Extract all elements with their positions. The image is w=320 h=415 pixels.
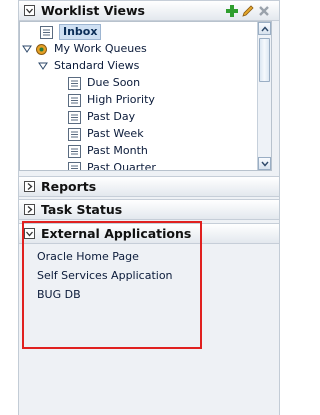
tree-item-label: Standard Views <box>54 59 140 72</box>
list-view-icon <box>40 25 53 39</box>
tree-item-past-quarter[interactable]: Past Quarter <box>68 160 156 171</box>
collapse-icon[interactable] <box>24 228 35 239</box>
tree-item-due-soon[interactable]: Due Soon <box>68 75 140 91</box>
worklist-tree: Inbox My Work Queues Standard Views Due … <box>19 21 272 171</box>
edit-pencil-icon[interactable] <box>241 4 255 18</box>
link-self-services-application[interactable]: Self Services Application <box>37 269 173 282</box>
tree-item-label: Past Day <box>87 110 136 123</box>
expand-icon[interactable] <box>24 204 35 215</box>
tree-item-label: Past Week <box>87 127 144 140</box>
tree-scrollbar[interactable] <box>257 22 271 170</box>
list-view-icon <box>68 110 81 124</box>
tree-item-past-week[interactable]: Past Week <box>68 126 144 142</box>
add-icon[interactable] <box>225 4 239 18</box>
expanded-triangle-icon[interactable] <box>38 61 48 71</box>
collapse-icon[interactable] <box>24 5 35 16</box>
list-view-icon <box>68 127 81 141</box>
worklist-views-header[interactable]: Worklist Views <box>19 0 279 21</box>
list-view-icon <box>68 93 81 107</box>
reports-title: Reports <box>41 179 97 194</box>
sidebar-panel: Worklist Views Inbox My Work Queues Stan <box>18 0 280 415</box>
link-oracle-home-page[interactable]: Oracle Home Page <box>37 250 139 263</box>
tree-item-label: Inbox <box>59 24 102 40</box>
tree-item-past-month[interactable]: Past Month <box>68 143 148 159</box>
external-applications-header[interactable]: External Applications <box>19 223 279 244</box>
link-bug-db[interactable]: BUG DB <box>37 288 81 301</box>
work-queues-icon <box>36 43 47 55</box>
tree-item-standard-views[interactable]: Standard Views <box>38 58 139 74</box>
reports-header[interactable]: Reports <box>19 176 279 197</box>
list-view-icon <box>68 144 81 158</box>
external-applications-title: External Applications <box>41 226 192 241</box>
tree-item-my-work-queues[interactable]: My Work Queues <box>22 41 147 57</box>
task-status-header[interactable]: Task Status <box>19 199 279 220</box>
tree-item-label: Due Soon <box>87 76 141 89</box>
tree-item-inbox[interactable]: Inbox <box>40 24 102 40</box>
tree-item-past-day[interactable]: Past Day <box>68 109 135 125</box>
tree-item-high-priority[interactable]: High Priority <box>68 92 155 108</box>
list-view-icon <box>68 76 81 90</box>
tree-item-label: Past Quarter <box>87 161 156 171</box>
expand-icon[interactable] <box>24 181 35 192</box>
scroll-down-arrow-icon[interactable] <box>258 157 271 170</box>
scroll-thumb[interactable] <box>259 38 270 82</box>
task-status-title: Task Status <box>41 202 123 217</box>
expanded-triangle-icon[interactable] <box>22 44 32 54</box>
delete-x-icon[interactable] <box>257 4 271 18</box>
tree-item-label: High Priority <box>87 93 155 106</box>
tree-item-label: My Work Queues <box>54 42 147 55</box>
scroll-up-arrow-icon[interactable] <box>258 22 271 35</box>
list-view-icon <box>68 161 81 170</box>
worklist-views-title: Worklist Views <box>41 3 145 18</box>
tree-item-label: Past Month <box>87 144 148 157</box>
